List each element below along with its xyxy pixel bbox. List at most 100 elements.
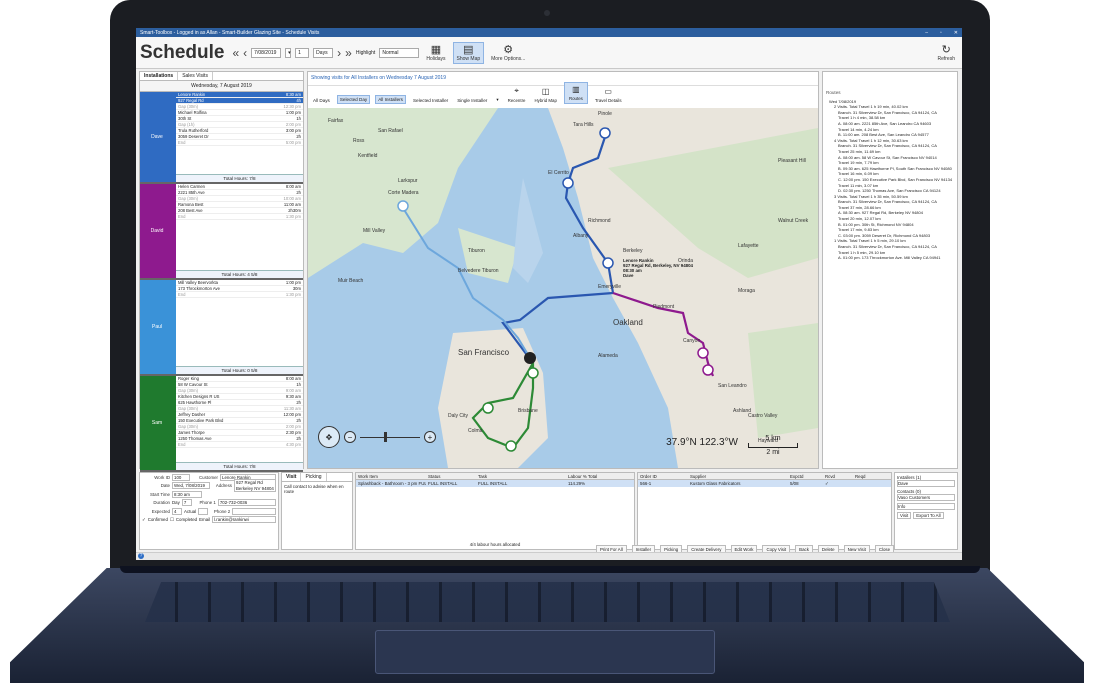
pin-sam-c[interactable] <box>527 367 539 379</box>
work-id-field[interactable]: 100 <box>172 473 190 481</box>
pan-icon[interactable]: ✥ <box>318 426 340 448</box>
start-time-field[interactable]: 8:30 am <box>172 490 202 498</box>
installer-select[interactable]: Dave <box>897 480 955 487</box>
expected-field[interactable]: 4 <box>172 507 182 515</box>
pin-david-a[interactable] <box>697 347 709 359</box>
phone2-field[interactable] <box>232 507 276 515</box>
close-icon[interactable]: ✕ <box>954 30 958 36</box>
days-count-field[interactable]: 1 <box>295 47 310 58</box>
info-select[interactable]: Info <box>897 503 955 510</box>
calendar-dropdown-icon[interactable]: ▾ <box>285 47 292 58</box>
schedule-panel: Installations Sales Visits Wednesday, 7 … <box>139 71 304 472</box>
fast-back-button[interactable]: « <box>232 46 239 60</box>
visit-note[interactable]: Call contact to advise when en route <box>282 482 352 496</box>
gap-item[interactable]: End 1:30 pm <box>176 214 303 220</box>
highlight-select[interactable]: Normal <box>379 47 420 58</box>
pin-branch[interactable] <box>524 352 536 364</box>
all-days-button[interactable]: All Days <box>311 97 332 104</box>
tab-installations[interactable]: Installations <box>140 72 179 80</box>
app-window: Smart-Toolbox - Logged in as Allan - Sma… <box>136 28 962 560</box>
forward-button[interactable]: › <box>337 46 341 60</box>
route-line[interactable]: C. 12:00 pm. 150 Executive Park Blvd, Sa… <box>826 177 954 183</box>
maximize-icon[interactable]: ▫ <box>940 30 942 36</box>
address-field[interactable]: 927 Regal Rd Berkeley NV 94804 <box>234 479 276 493</box>
map-label: Pinole <box>598 111 612 117</box>
info-icon[interactable]: ? <box>138 553 144 559</box>
dropdown-icon[interactable]: ▾ <box>494 96 500 104</box>
back-button[interactable]: ‹ <box>243 46 247 60</box>
fast-forward-button[interactable]: » <box>345 46 352 60</box>
completed-checkbox[interactable]: ☐ <box>170 517 174 523</box>
pin-dave-b[interactable] <box>562 177 574 189</box>
installer-name[interactable]: Paul <box>140 280 174 374</box>
refresh-button[interactable]: ↻ Refresh <box>934 43 958 63</box>
job-list: Helen Carmen 8:00 am 2221 85th Ave 2h Gap (3… <box>174 184 303 278</box>
tab-sales-visits[interactable]: Sales Visits <box>178 72 213 80</box>
email-field[interactable]: l.rankin@rankinwi <box>212 516 276 524</box>
map-label: Kentfield <box>358 153 378 159</box>
pin-paul-a[interactable] <box>397 200 409 212</box>
visit-details: Work ID 100 Customer Lenore Rankin Date Wed,… <box>139 472 958 550</box>
zoom-slider[interactable] <box>360 431 420 442</box>
minimize-icon[interactable]: – <box>925 30 928 36</box>
table-row[interactable]: 566-1 Kustom Glass Fabricators 5/08 ✓ <box>638 480 891 487</box>
installer-row: Dave Lenore Rankin 8:30 am 927 Regal Rd 4h Ga… <box>140 92 303 184</box>
route-map[interactable]: Fairfax San Rafael Ross Kentfield Larksp… <box>308 108 818 468</box>
map-label: Colma <box>468 428 483 434</box>
gap-item[interactable]: End 4:30 pm <box>176 442 303 448</box>
date-picker[interactable]: 7/08/2019 <box>251 47 282 58</box>
confirmed-checkbox[interactable]: ✓ <box>142 517 146 523</box>
hybrid-map-button[interactable]: ◫ Hybrid Map <box>532 86 558 104</box>
received-check-icon[interactable]: ✓ <box>823 480 853 487</box>
zoom-out-button[interactable]: − <box>344 431 356 443</box>
pin-dave-a[interactable] <box>602 257 614 269</box>
installer-name[interactable]: Sam <box>140 376 174 470</box>
routes-button[interactable]: ▥ Routes <box>563 82 588 104</box>
phone1-field[interactable]: 702-732-0036 <box>217 499 276 507</box>
tab-picking[interactable]: Picking <box>301 473 327 481</box>
recentre-button[interactable]: ⌖ Recentre <box>506 85 528 104</box>
gap-item[interactable]: End 5:00 pm <box>176 140 303 146</box>
table-row[interactable]: Splashback - Bathroom - 3 pm FULL INSTAL… <box>356 480 634 487</box>
installer-row: Sam Roger King 8:00 am 58 W Cavour St 1h Gap … <box>140 376 303 472</box>
installer-list: Dave Lenore Rankin 8:30 am 927 Regal Rd 4h Ga… <box>140 92 303 472</box>
map-label: Walnut Creek <box>778 218 809 224</box>
days-unit-select[interactable]: Days <box>313 47 334 58</box>
zoom-control: ✥ − + <box>318 426 436 448</box>
actual-field[interactable] <box>198 507 209 515</box>
visit-select[interactable]: Visit <box>897 512 912 519</box>
tab-visit[interactable]: Visit <box>282 473 302 481</box>
gap-item[interactable]: End 1:30 pm <box>176 292 303 298</box>
pin-dave-c[interactable] <box>599 127 611 139</box>
single-installer-button[interactable]: Single Installer <box>455 97 489 104</box>
map-label: San Rafael <box>378 128 403 134</box>
route-line[interactable]: Branch. 31 Silverview Dr, San Francisco,… <box>826 244 954 250</box>
orders-grid: Order ID Supplier Expctd Rcvd Reqd 566-1… <box>637 472 892 550</box>
map-label: Ashland <box>733 408 752 414</box>
pin-sam-a[interactable] <box>482 402 494 414</box>
selected-day-button[interactable]: Selected Day <box>336 95 371 104</box>
pin-sam-b[interactable] <box>505 440 517 452</box>
zoom-in-button[interactable]: + <box>424 431 436 443</box>
installer-name[interactable]: Dave <box>140 92 174 182</box>
pin-david-b[interactable] <box>702 364 714 376</box>
installers-pane: Installers (1) Dave Contacts (0) Vaso Cu… <box>894 472 958 550</box>
travel-details-button[interactable]: ▭ Travel Details <box>593 86 624 104</box>
route-line[interactable]: D. 02:30 pm. 1250 Thomas Ave, San Franci… <box>826 188 954 194</box>
day-field[interactable]: 7 <box>181 499 192 507</box>
routes-icon: ▥ <box>572 85 580 94</box>
map-label: Daly City <box>448 413 469 419</box>
installer-name[interactable]: David <box>140 184 174 278</box>
map-label: Alameda <box>598 353 618 359</box>
export-button[interactable]: Export To All <box>913 512 944 519</box>
all-installers-button[interactable]: All Installers <box>375 95 406 104</box>
holidays-button[interactable]: ▦ Holidays <box>423 43 448 63</box>
more-options-button[interactable]: ⚙ More Options... <box>488 43 528 63</box>
show-map-button[interactable]: ▤ Show Map <box>452 41 485 64</box>
route-line[interactable]: A. 01:00 pm. 173 Throckmorton Ave. Mill … <box>826 255 954 261</box>
map-label: Pleasant Hill <box>778 158 806 164</box>
selected-installer-button[interactable]: Selected Installer <box>411 97 450 104</box>
work-items-grid: Work Item Status Task Labour % Total Spl… <box>355 472 635 550</box>
date-field[interactable]: Wed, 7/08/2019 <box>172 482 210 490</box>
contact-select[interactable]: Vaso Customers <box>897 494 955 501</box>
